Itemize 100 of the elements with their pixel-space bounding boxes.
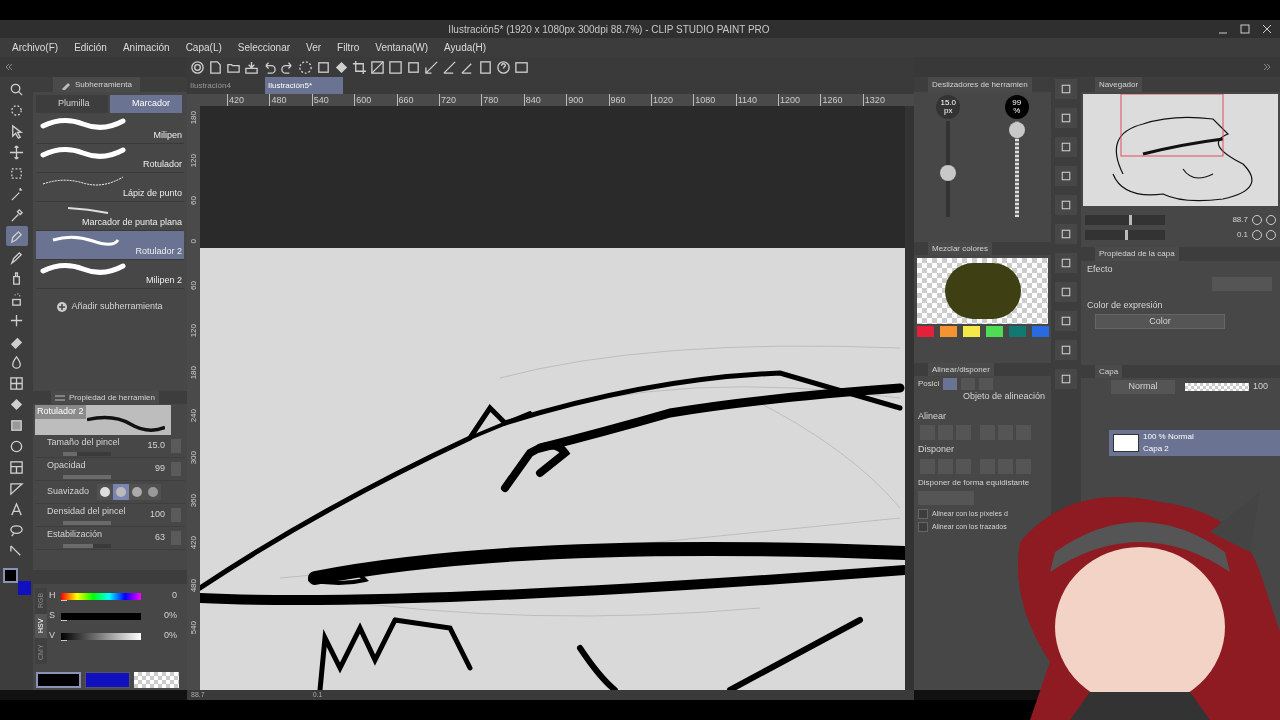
panel-icon[interactable] xyxy=(1055,166,1077,186)
antialias-option[interactable] xyxy=(129,484,145,500)
menu-item[interactable]: Edición xyxy=(66,40,115,55)
size-slider[interactable] xyxy=(940,121,957,217)
section-label: Disponer de forma equidistante xyxy=(917,476,1031,489)
property-value[interactable]: 63 xyxy=(155,531,165,545)
menu-item[interactable]: Seleccionar xyxy=(229,40,299,55)
diagonal-square-icon[interactable] xyxy=(370,59,385,75)
checkbox[interactable] xyxy=(918,522,928,533)
color-mixing-canvas[interactable] xyxy=(917,258,1048,324)
panel-icon[interactable] xyxy=(1055,137,1077,157)
channel-slider[interactable] xyxy=(61,612,141,620)
slider-thumb[interactable] xyxy=(940,165,957,181)
rotation-slider[interactable] xyxy=(1085,230,1165,240)
slider-thumb[interactable] xyxy=(1008,121,1025,138)
menu-item[interactable]: Filtro xyxy=(329,40,368,55)
property-slider[interactable] xyxy=(63,451,111,456)
panel-icon[interactable] xyxy=(1055,195,1077,215)
tray-icon[interactable] xyxy=(244,59,259,75)
menu-item[interactable]: Ventana(W) xyxy=(367,40,437,55)
panel-icon[interactable] xyxy=(1055,79,1077,99)
help-icon[interactable] xyxy=(496,59,511,75)
close-icon[interactable] xyxy=(1262,24,1272,34)
property-value[interactable]: 99 xyxy=(155,462,165,476)
sub-color-swatch[interactable] xyxy=(17,581,31,595)
main-color-swatch[interactable] xyxy=(36,672,81,688)
panel-tab[interactable]: Navegador xyxy=(1095,77,1143,92)
slider-thumb[interactable] xyxy=(1125,230,1128,240)
property-value[interactable]: 100 xyxy=(149,508,165,522)
tool-button[interactable] xyxy=(5,226,28,246)
opacity-slider[interactable] xyxy=(1008,121,1025,217)
subtool-item[interactable]: Lápiz de punto xyxy=(36,173,184,202)
channel-value[interactable]: 0% xyxy=(164,629,187,643)
plus-circle-icon[interactable] xyxy=(57,302,68,312)
document-tab[interactable]: Ilustración5* xyxy=(265,77,343,94)
property-slider[interactable] xyxy=(63,520,111,525)
slider-thumb[interactable] xyxy=(1129,215,1132,225)
panel-icon[interactable] xyxy=(1055,311,1077,331)
double-chevron-icon[interactable] xyxy=(1262,62,1272,72)
add-subtool-link[interactable]: Añadir subherramienta xyxy=(71,300,163,314)
layer-row[interactable]: 100 % Normal Capa 2 xyxy=(1109,430,1280,456)
maximize-icon[interactable] xyxy=(1240,24,1250,34)
color-swatch[interactable] xyxy=(963,326,980,337)
panel-icon[interactable] xyxy=(1055,369,1077,389)
panel-icon[interactable] xyxy=(1055,253,1077,273)
panel-icon[interactable] xyxy=(1055,340,1077,360)
antialias-option[interactable] xyxy=(145,484,161,500)
color-swatch[interactable] xyxy=(940,326,957,337)
subtool-item[interactable]: Rotulador xyxy=(36,144,184,173)
square-icon[interactable] xyxy=(406,59,421,75)
expression-color-dropdown[interactable]: Color xyxy=(1095,314,1225,329)
channel-value[interactable]: 0 xyxy=(172,589,187,603)
antialias-option[interactable] xyxy=(97,484,113,500)
checkbox[interactable] xyxy=(918,508,928,519)
panel-tab[interactable]: Mezclar colores xyxy=(928,242,992,255)
menu-item[interactable]: Animación xyxy=(114,40,178,55)
square-icon[interactable] xyxy=(316,59,331,75)
color-swatch[interactable] xyxy=(1009,326,1026,337)
frame-icon[interactable] xyxy=(514,59,529,75)
subtool-item[interactable]: Milipen xyxy=(36,115,184,144)
panel-tab[interactable]: Capa xyxy=(1095,365,1123,378)
subtool-group-tab[interactable]: Plumilla xyxy=(36,95,108,113)
channel-slider[interactable] xyxy=(61,592,141,600)
panel-icon[interactable] xyxy=(1055,282,1077,302)
panel-icon[interactable] xyxy=(1055,108,1077,128)
double-chevron-icon[interactable] xyxy=(4,62,14,72)
main-color-swatch[interactable] xyxy=(2,568,18,583)
pen-angle-icon[interactable] xyxy=(442,59,457,75)
opacity-slider[interactable] xyxy=(1185,383,1249,391)
color-swatch[interactable] xyxy=(1032,326,1049,337)
menu-item[interactable]: Ver xyxy=(298,40,330,55)
panel-tab[interactable]: Propiedad de herramien xyxy=(51,391,159,404)
blend-mode-dropdown[interactable]: Normal xyxy=(1111,380,1175,394)
scrollbar[interactable] xyxy=(905,106,914,690)
subtool-item[interactable]: Milipen 2 xyxy=(36,260,184,289)
color-swatch[interactable] xyxy=(986,326,1003,337)
dotted-circle-icon[interactable] xyxy=(298,59,313,75)
property-slider[interactable] xyxy=(63,474,111,479)
property-slider[interactable] xyxy=(63,543,111,548)
panel-icon[interactable] xyxy=(1055,224,1077,244)
subtool-item[interactable]: Rotulador 2 xyxy=(36,231,184,260)
property-value[interactable]: 15.0 xyxy=(147,439,165,453)
menu-item[interactable]: Capa(L) xyxy=(177,40,230,55)
transparent-swatch[interactable] xyxy=(134,672,179,688)
panel-tab[interactable]: Propiedad de la capa xyxy=(1095,247,1179,261)
crop-icon[interactable] xyxy=(352,59,367,75)
panel-tab[interactable]: Subherramienta xyxy=(53,77,140,92)
panel-tab[interactable]: Alinear/disponer xyxy=(928,363,994,376)
document-icon[interactable] xyxy=(208,59,223,75)
menu-item[interactable]: Ayuda(H) xyxy=(436,40,495,55)
menu-item[interactable]: Archivo(F) xyxy=(4,40,67,55)
zoom-slider[interactable] xyxy=(1085,215,1165,225)
subtool-group-tab[interactable]: Marcador xyxy=(110,95,182,113)
channel-slider[interactable] xyxy=(61,632,141,640)
panel-tab[interactable]: Deslizadores de herramien xyxy=(928,77,1032,92)
square-icon xyxy=(1060,199,1072,211)
color-swatch[interactable] xyxy=(917,326,934,337)
channel-value[interactable]: 0% xyxy=(164,609,187,623)
spiral-icon[interactable] xyxy=(190,59,205,75)
sub-color-swatch[interactable] xyxy=(85,672,130,688)
